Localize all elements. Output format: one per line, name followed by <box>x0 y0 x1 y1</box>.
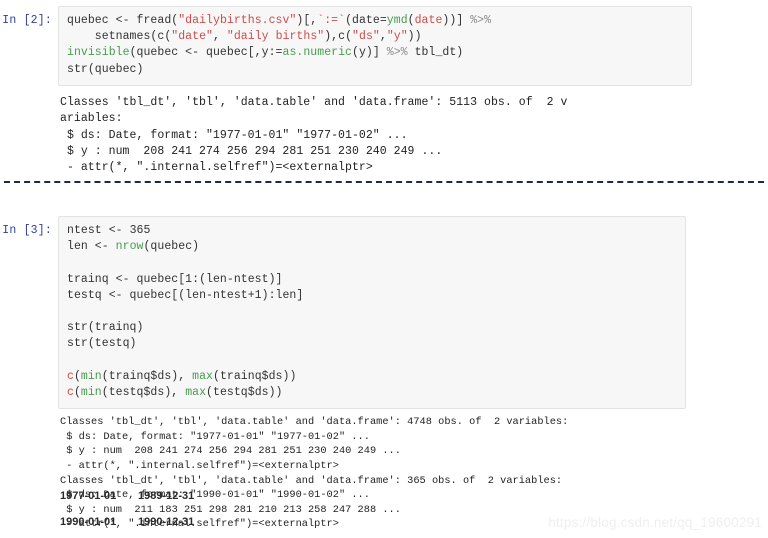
notebook-cell-in-2[interactable]: In [2]: quebec <- fread("dailybirths.csv… <box>0 6 768 177</box>
code-editor-in-3[interactable]: ntest <- 365 len <- nrow(quebec) trainq … <box>58 216 686 410</box>
input-prompt-in-2: In [2]: <box>2 14 52 27</box>
result-test-end: 1990-12-31 <box>138 516 195 528</box>
cell-input-row: In [3]: ntest <- 365 len <- nrow(quebec)… <box>0 216 768 410</box>
result-train-end: 1989-12-31 <box>138 490 195 502</box>
input-prompt-in-3: In [3]: <box>2 224 52 237</box>
cell-input-row: In [2]: quebec <- fread("dailybirths.csv… <box>0 6 768 86</box>
result-train-start: 1977-01-01 <box>60 490 117 502</box>
notebook-cell-in-3[interactable]: In [3]: ntest <- 365 len <- nrow(quebec)… <box>0 216 768 532</box>
result-row: 1977-01-01 1989-12-31 <box>0 490 768 502</box>
section-divider <box>4 181 764 183</box>
code-text-in-3: ntest <- 365 len <- nrow(quebec) trainq … <box>67 224 304 400</box>
result-test-start: 1990-01-01 <box>60 516 117 528</box>
notebook-container: In [2]: quebec <- fread("dailybirths.csv… <box>0 0 768 538</box>
cell-output-row-in-2: Classes 'tbl_dt', 'tbl', 'data.table' an… <box>0 95 768 177</box>
code-text-in-2: quebec <- fread("dailybirths.csv")[,`:=`… <box>67 14 492 76</box>
watermark-text: https://blog.csdn.net/qq_19600291 <box>548 515 762 530</box>
code-editor-in-2[interactable]: quebec <- fread("dailybirths.csv")[,`:=`… <box>58 6 692 86</box>
output-text-in-2: Classes 'tbl_dt', 'tbl', 'data.table' an… <box>60 95 568 175</box>
